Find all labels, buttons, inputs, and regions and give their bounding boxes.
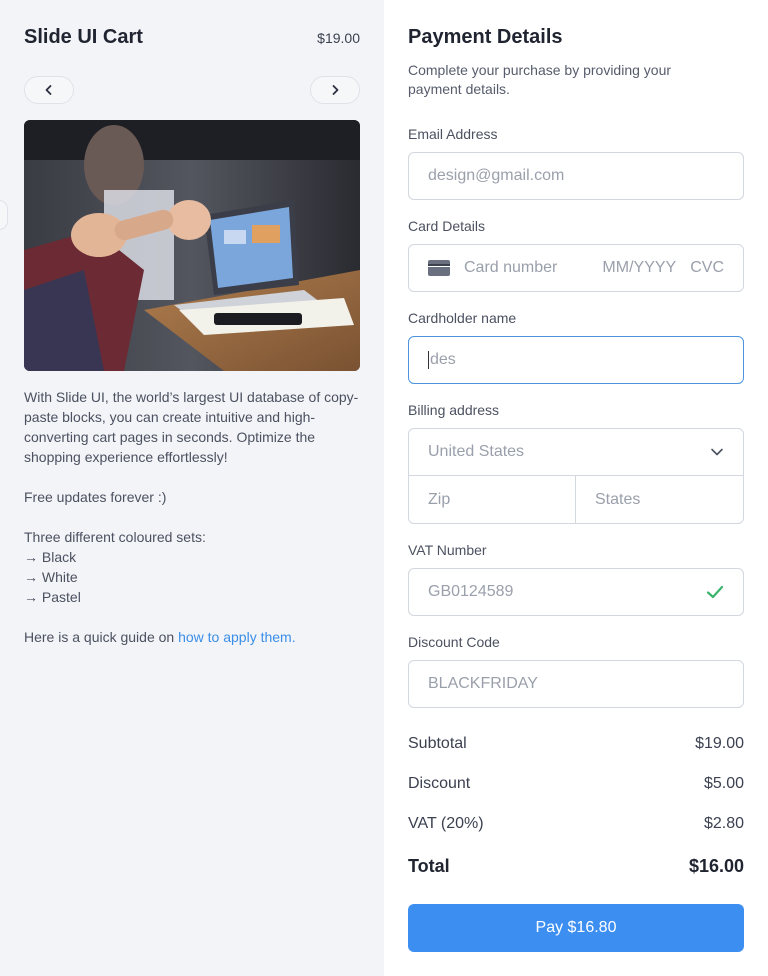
state-field[interactable]: States: [576, 476, 743, 523]
discount-code-field[interactable]: BLACKFRIDAY: [408, 660, 744, 708]
card-details-field[interactable]: Card number MM/YYYY CVC: [408, 244, 744, 292]
state-placeholder: States: [595, 490, 641, 508]
guide-prefix: Here is a quick guide on: [24, 629, 179, 645]
pay-button[interactable]: Pay $16.80: [408, 904, 744, 952]
vat-field[interactable]: GB0124589: [408, 568, 744, 616]
total-value: $16.00: [688, 856, 744, 876]
total-label: Total: [408, 856, 450, 876]
discount-row: Discount $5.00: [408, 775, 744, 793]
cart-panel: Slide UI Cart $19.00 With Slide UI, the …: [0, 0, 384, 976]
vat-row-value: $2.80: [703, 815, 744, 832]
vat-label: VAT Number: [408, 542, 487, 558]
description-updates: Free updates forever :): [24, 489, 167, 505]
email-field[interactable]: design@gmail.com: [408, 152, 744, 200]
chevron-down-icon: [711, 448, 723, 456]
payment-title: Payment Details: [408, 26, 563, 48]
vat-value: GB0124589: [428, 583, 514, 600]
email-label: Email Address: [408, 126, 498, 142]
cart-price: $19.00: [317, 30, 360, 46]
cardholder-field[interactable]: des: [408, 336, 744, 384]
vat-row: VAT (20%) $2.80: [408, 815, 744, 833]
total-row: Total $16.00: [408, 856, 744, 877]
billing-address-group: United States Zip States: [408, 428, 744, 524]
cart-title: Slide UI Cart: [24, 26, 143, 48]
discount-label: Discount Code: [408, 634, 500, 650]
payment-panel: Payment Details Complete your purchase b…: [384, 0, 768, 976]
cardholder-label: Cardholder name: [408, 310, 517, 326]
credit-card-icon: [428, 260, 450, 276]
card-cvc-input[interactable]: CVC: [690, 259, 724, 277]
description-sets: Three different coloured sets: → Black →…: [24, 527, 364, 607]
subtotal-row: Subtotal $19.00: [408, 735, 744, 753]
subtotal-label: Subtotal: [408, 735, 467, 752]
side-handle[interactable]: [0, 200, 8, 230]
discount-row-value: $5.00: [703, 775, 744, 792]
discount-row-label: Discount: [408, 775, 471, 792]
email-placeholder: design@gmail.com: [428, 167, 565, 184]
chevron-right-icon: [332, 85, 339, 95]
product-description: With Slide UI, the world’s largest UI da…: [24, 387, 364, 667]
set-item: → Pastel: [24, 589, 81, 605]
description-guide: Here is a quick guide on how to apply th…: [24, 627, 364, 647]
payment-subtitle: Complete your purchase by providing your…: [408, 62, 672, 97]
check-icon: [706, 585, 724, 599]
text-caret: [428, 351, 429, 369]
next-image-button[interactable]: [310, 76, 360, 104]
country-select[interactable]: United States: [409, 429, 743, 476]
zip-field[interactable]: Zip: [409, 476, 576, 523]
set-item: → Black: [24, 549, 77, 565]
product-image: [24, 120, 360, 371]
sets-heading: Three different coloured sets:: [24, 529, 206, 545]
country-value: United States: [428, 443, 525, 460]
zip-placeholder: Zip: [428, 490, 451, 508]
cardholder-value: des: [430, 351, 456, 368]
previous-image-button[interactable]: [24, 76, 74, 104]
chevron-left-icon: [45, 85, 52, 95]
card-expiry-input[interactable]: MM/YYYY: [602, 259, 676, 277]
guide-link[interactable]: how to apply them.: [178, 629, 296, 645]
card-details-label: Card Details: [408, 218, 486, 234]
billing-label: Billing address: [408, 402, 500, 418]
card-number-input[interactable]: Card number: [464, 259, 602, 277]
set-item: → White: [24, 569, 78, 585]
subtotal-value: $19.00: [695, 735, 744, 752]
discount-value: BLACKFRIDAY: [428, 675, 538, 692]
vat-row-label: VAT (20%): [408, 815, 484, 832]
description-intro: With Slide UI, the world’s largest UI da…: [24, 389, 359, 465]
